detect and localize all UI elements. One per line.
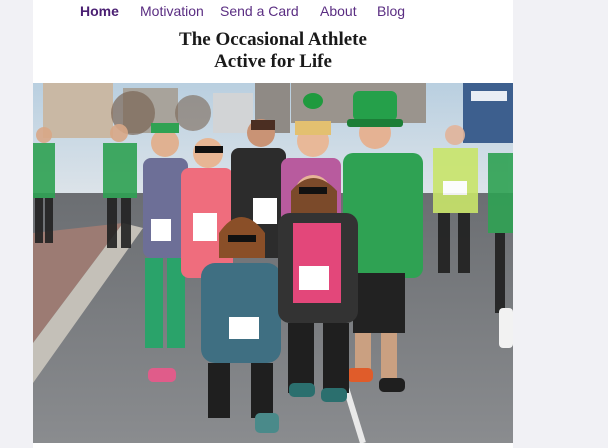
- page: Home Motivation Send a Card About Blog T…: [33, 0, 513, 448]
- race-photo-illustration: [33, 83, 513, 443]
- site-title: The Occasional Athlete Active for Life: [33, 29, 513, 73]
- nav-about-link[interactable]: About: [320, 3, 357, 19]
- nav-home-link[interactable]: Home: [80, 3, 119, 19]
- nav-send-a-card-link[interactable]: Send a Card: [220, 3, 299, 19]
- right-edge-runner: [499, 308, 513, 348]
- site-title-line1: The Occasional Athlete: [179, 29, 367, 50]
- site-title-line2: Active for Life: [214, 51, 332, 72]
- nav-motivation-link[interactable]: Motivation: [140, 3, 204, 19]
- nav-blog-link[interactable]: Blog: [377, 3, 405, 19]
- race-photo: [33, 83, 513, 443]
- main-nav: Home Motivation Send a Card About Blog: [33, 0, 513, 24]
